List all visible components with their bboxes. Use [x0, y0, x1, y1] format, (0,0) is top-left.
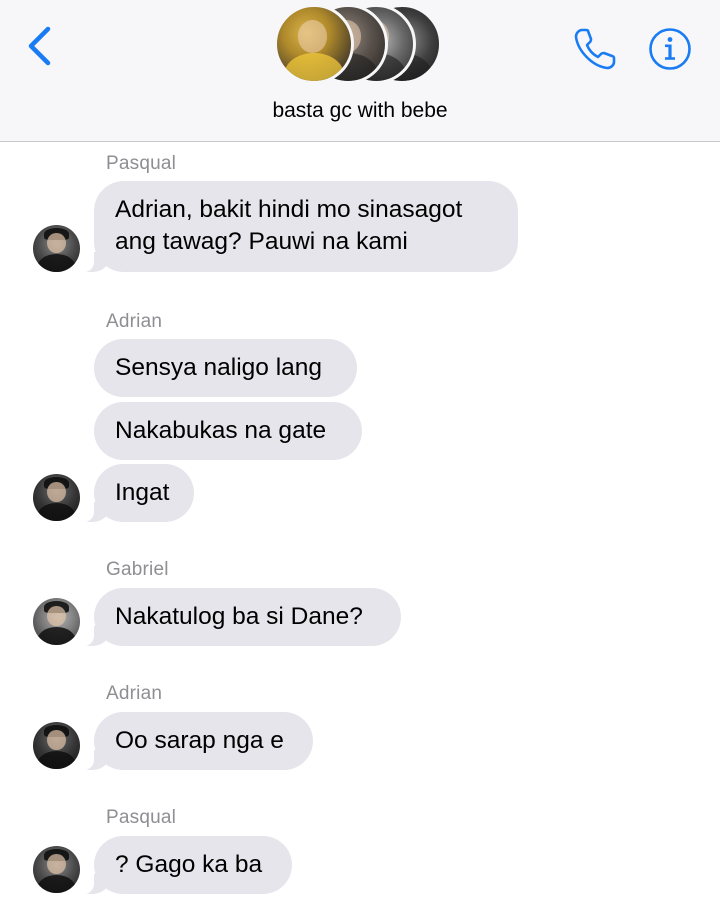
- avatar-adrian[interactable]: [33, 474, 80, 521]
- message-text: Nakabukas na gate: [115, 417, 327, 444]
- message-text: Oo sarap nga e: [115, 727, 284, 754]
- message-bubble[interactable]: ? Gago ka ba: [78, 836, 292, 894]
- avatar-pasqual[interactable]: [33, 846, 80, 893]
- message-bubble[interactable]: Ingat: [78, 464, 194, 522]
- group-member-avatar: [274, 4, 354, 84]
- message-bubble[interactable]: Nakabukas na gate: [94, 402, 362, 460]
- message-bubble[interactable]: Sensya naligo lang: [94, 339, 357, 397]
- sender-name: Pasqual: [106, 807, 177, 828]
- message-text-line: Adrian, bakit hindi mo sinasagot: [115, 196, 463, 223]
- message-bubble[interactable]: Oo sarap nga e: [78, 712, 313, 770]
- sender-name: Pasqual: [106, 153, 177, 174]
- message-text: Ingat: [115, 479, 170, 506]
- sender-name: Adrian: [106, 311, 163, 332]
- message-bubble[interactable]: Adrian, bakit hindi mo sinasagot ang taw…: [78, 181, 518, 272]
- sender-name: Gabriel: [106, 559, 169, 580]
- group-avatars[interactable]: [274, 4, 444, 84]
- chat-screen: basta gc with bebe Pasqual Adrian, bakit…: [0, 0, 720, 923]
- info-button[interactable]: [648, 27, 692, 71]
- avatar-pasqual[interactable]: [33, 225, 80, 272]
- chevron-left-icon: [28, 26, 51, 66]
- info-icon: [649, 28, 691, 70]
- back-button[interactable]: [24, 26, 56, 66]
- phone-icon: [574, 28, 616, 70]
- message-text: Nakatulog ba si Dane?: [115, 603, 363, 630]
- call-button[interactable]: [572, 26, 618, 72]
- message-text: ? Gago ka ba: [115, 851, 263, 878]
- message-text-line: ang tawag? Pauwi na kami: [115, 228, 408, 255]
- message-bubble[interactable]: Nakatulog ba si Dane?: [78, 588, 401, 646]
- message-text: Sensya naligo lang: [115, 354, 323, 381]
- avatar-adrian[interactable]: [33, 722, 80, 769]
- avatar-gabriel[interactable]: [33, 598, 80, 645]
- sender-name: Adrian: [106, 683, 163, 704]
- conversation-header: basta gc with bebe: [0, 0, 720, 142]
- group-title[interactable]: basta gc with bebe: [0, 99, 720, 123]
